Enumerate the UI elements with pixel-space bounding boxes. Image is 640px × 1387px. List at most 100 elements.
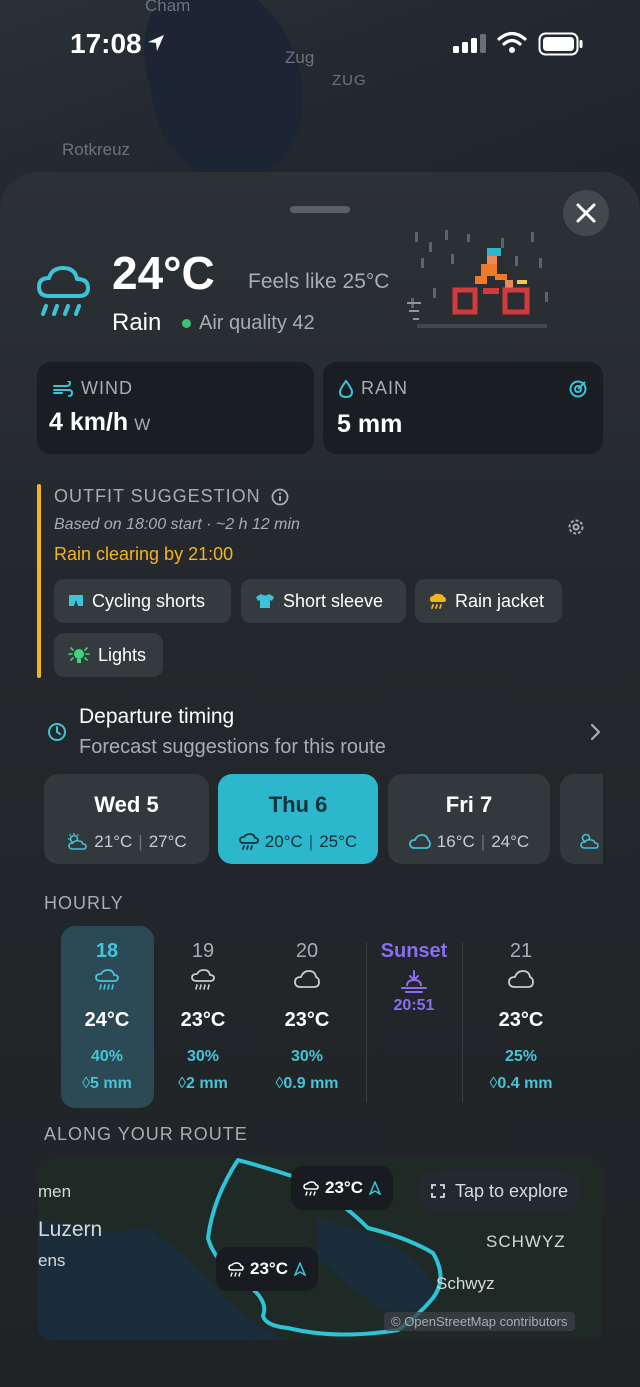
- current-temperature: 24°C: [112, 247, 215, 299]
- tap-to-explore-button[interactable]: Tap to explore: [417, 1170, 583, 1212]
- day-card-thu[interactable]: Thu 6 20°C | 25°C: [218, 774, 378, 864]
- rain-cloud-icon: [238, 833, 259, 850]
- hourly-title: HOURLY: [44, 893, 124, 913]
- wind-speed: 4 km/h: [49, 408, 129, 436]
- route-weather-bubble[interactable]: 23°C: [216, 1247, 318, 1291]
- sunset-column: Sunset 20:51: [366, 940, 462, 1015]
- hour-column-19[interactable]: 19 23°C 30% ◊2 mm: [155, 940, 251, 1093]
- hour-divider: [462, 942, 463, 1102]
- hour-icon: [155, 969, 251, 995]
- route-weather-bubble[interactable]: 23°C: [291, 1166, 393, 1210]
- hour-time: 21: [509, 940, 533, 962]
- hour-column-20[interactable]: 20 23°C 30% ◊0.9 mm: [259, 940, 355, 1093]
- day-card-fri[interactable]: Fri 7 16°C | 24°C: [388, 774, 550, 864]
- day-name: Wed 5: [94, 792, 159, 817]
- close-button[interactable]: [563, 190, 609, 236]
- hour-column-18[interactable]: 18 24°C 40% ◊5 mm: [59, 940, 155, 1093]
- outfit-chip-short-sleeve[interactable]: Short sleeve: [241, 579, 406, 623]
- sunset-time: 20:51: [393, 997, 435, 1014]
- outfit-chip-cycling-shorts[interactable]: Cycling shorts: [54, 579, 231, 623]
- tshirt-icon: [256, 594, 274, 608]
- route-title: ALONG YOUR ROUTE: [44, 1124, 248, 1144]
- hour-precip-amount-value: 0.9 mm: [283, 1075, 339, 1092]
- wind-label-row: WIND: [53, 378, 133, 399]
- map-label-schwyz-region: SCHWYZ: [486, 1232, 566, 1251]
- air-quality: Air quality 42: [182, 312, 315, 335]
- expand-icon: [431, 1184, 445, 1198]
- day-low: 16°C: [436, 832, 475, 851]
- radar-icon[interactable]: [569, 380, 587, 398]
- sheet-drag-handle[interactable]: [290, 206, 350, 213]
- hour-column-21[interactable]: 21 23°C 25% ◊0.4 mm: [473, 940, 569, 1093]
- close-icon: [576, 203, 596, 223]
- rain-cloud-icon: [95, 969, 119, 990]
- departure-subtitle: Forecast suggestions for this route: [79, 736, 386, 758]
- sun-cloud-icon: [580, 833, 599, 849]
- wind-card: WIND 4 km/h W: [37, 362, 314, 454]
- hour-precip-amount: ◊2 mm: [155, 1075, 251, 1093]
- wind-direction: W: [134, 415, 151, 434]
- air-quality-dot: [182, 319, 191, 328]
- bubble-temp: 23°C: [325, 1178, 363, 1197]
- hour-temp: 24°C: [84, 1009, 130, 1031]
- outfit-chip-rain-jacket[interactable]: Rain jacket: [415, 579, 562, 623]
- direction-arrow-icon: [368, 1181, 381, 1195]
- hour-precip-amount-value: 2 mm: [186, 1075, 228, 1092]
- temp-separator: |: [480, 832, 486, 851]
- status-bar: 17:08: [0, 0, 640, 90]
- hour-time: 18: [95, 940, 119, 962]
- light-icon: [68, 647, 90, 663]
- sun-cloud-icon: [68, 833, 88, 850]
- hour-temp: 23°C: [180, 1009, 226, 1031]
- sunset-icon: [401, 970, 427, 993]
- rain-label-row: RAIN: [339, 378, 408, 399]
- day-temps: 21°C | 27°C: [44, 832, 209, 852]
- hour-precip-chance: 25%: [504, 1048, 538, 1065]
- day-high: 27°C: [148, 832, 187, 851]
- outfit-warning: Rain clearing by 21:00: [54, 544, 234, 564]
- hour-icon: [59, 969, 155, 995]
- map-label-rotkreuz: Rotkreuz: [62, 140, 131, 159]
- day-temps: 20°C | 25°C: [218, 832, 378, 852]
- outfit-title: OUTFIT SUGGESTION: [54, 486, 261, 506]
- day-name: Fri 7: [445, 792, 493, 817]
- rain-label: RAIN: [361, 378, 409, 398]
- temp-separator: |: [138, 832, 143, 851]
- day-high: 24°C: [491, 832, 530, 851]
- rain-card[interactable]: RAIN 5 mm: [323, 362, 603, 454]
- osm-attribution[interactable]: © OpenStreetMap contributors: [384, 1312, 575, 1331]
- hour-precip-amount: ◊5 mm: [59, 1075, 155, 1093]
- outfit-chip-lights[interactable]: Lights: [54, 633, 163, 677]
- air-quality-label: Air quality 42: [199, 312, 315, 334]
- raindrop-icon: ◊: [82, 1075, 91, 1092]
- day-card-next-partial[interactable]: [560, 774, 603, 864]
- route-map[interactable]: men Luzern ens SCHWYZ Schwyz 23°C 23°C T…: [38, 1158, 603, 1340]
- day-low: 21°C: [94, 832, 133, 851]
- hour-icon: [473, 969, 569, 995]
- day-card-wed[interactable]: Wed 5 21°C | 27°C: [44, 774, 209, 864]
- hour-temp: 23°C: [498, 1009, 544, 1031]
- hour-precip-amount: ◊0.4 mm: [473, 1075, 569, 1093]
- status-time: 17:08: [70, 28, 142, 59]
- hour-precip-amount: ◊0.9 mm: [259, 1075, 355, 1093]
- hour-precip-chance: 30%: [186, 1048, 220, 1065]
- chip-label: Short sleeve: [283, 590, 384, 611]
- cellular-signal-icon: [453, 34, 486, 53]
- clock-icon: [48, 723, 66, 741]
- rain-cloud-icon: [228, 1261, 244, 1277]
- rain-value: 5 mm: [337, 410, 403, 438]
- feels-like: Feels like 25°C: [248, 270, 390, 293]
- outfit-accent-bar: [37, 484, 41, 678]
- gear-icon[interactable]: [566, 517, 586, 537]
- hour-time: 20: [295, 940, 319, 962]
- wind-value-row: 4 km/h W: [49, 408, 150, 437]
- info-icon[interactable]: [271, 488, 289, 506]
- wifi-icon: [497, 31, 527, 53]
- hour-icon: [259, 969, 355, 995]
- current-condition: Rain: [112, 309, 162, 336]
- map-label-luzern: Luzern: [38, 1218, 103, 1241]
- day-name: Thu 6: [268, 792, 328, 817]
- sunset-label: Sunset: [380, 940, 448, 962]
- hour-precip-chance: 30%: [290, 1048, 324, 1065]
- outfit-title-row: OUTFIT SUGGESTION: [54, 486, 289, 507]
